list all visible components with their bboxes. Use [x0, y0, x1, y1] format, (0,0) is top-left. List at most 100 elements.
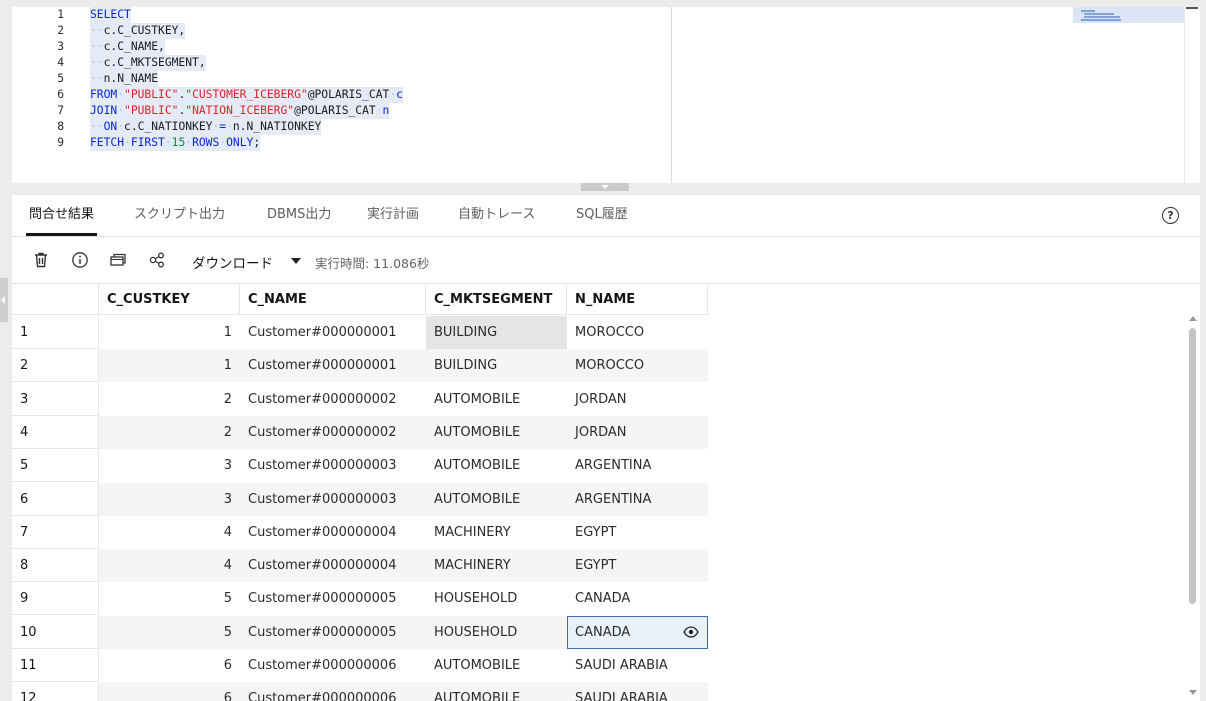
cell-c-custkey[interactable]: 4: [99, 516, 240, 549]
cell-c-custkey[interactable]: 3: [99, 449, 240, 482]
cell-c-custkey[interactable]: 1: [99, 316, 240, 349]
cell-c-name[interactable]: Customer#000000005: [240, 582, 426, 615]
cell-c-mktsegment[interactable]: AUTOMOBILE: [426, 649, 567, 682]
share-icon[interactable]: [148, 251, 166, 269]
editor-minimap[interactable]: [1073, 7, 1184, 23]
cell-n-name[interactable]: SAUDI ARABIA: [567, 682, 708, 701]
table-row[interactable]: 4 2 Customer#000000002 AUTOMOBILE JORDAN: [12, 415, 721, 449]
code-text[interactable]: ··c.C_NAME,: [90, 39, 165, 55]
table-row[interactable]: 5 3 Customer#000000003 AUTOMOBILE ARGENTINA: [12, 449, 721, 483]
cell-n-name[interactable]: EGYPT: [567, 549, 708, 583]
editor-scrollbar-track[interactable]: [1184, 7, 1185, 183]
cell-n-name[interactable]: SAUDI ARABIA: [567, 649, 708, 682]
cell-c-custkey[interactable]: 2: [99, 383, 240, 416]
cell-c-mktsegment[interactable]: MACHINERY: [426, 516, 567, 549]
code-text[interactable]: SELECT: [90, 7, 131, 23]
side-panel-handle[interactable]: [0, 278, 8, 322]
column-header-c-custkey[interactable]: C_CUSTKEY: [99, 284, 240, 315]
cell-n-name[interactable]: JORDAN: [567, 415, 708, 449]
cell-c-custkey[interactable]: 6: [99, 649, 240, 682]
editor-scrollbar-thumb[interactable]: [1186, 7, 1198, 9]
download-button[interactable]: ダウンロード: [192, 252, 273, 272]
table-row[interactable]: 7 4 Customer#000000004 MACHINERY EGYPT: [12, 515, 721, 549]
info-icon[interactable]: [71, 251, 89, 269]
column-header-c-name[interactable]: C_NAME: [240, 284, 426, 315]
table-row[interactable]: 3 2 Customer#000000002 AUTOMOBILE JORDAN: [12, 382, 721, 416]
cell-c-name[interactable]: Customer#000000001: [240, 349, 426, 383]
cell-c-custkey[interactable]: 4: [99, 549, 240, 583]
cell-c-name[interactable]: Customer#000000001: [240, 316, 426, 349]
code-text[interactable]: ··c.C_CUSTKEY,: [90, 23, 186, 39]
cell-c-custkey[interactable]: 3: [99, 482, 240, 516]
table-row[interactable]: 10 5 Customer#000000005 HOUSEHOLD CANADA: [12, 615, 721, 649]
trash-icon[interactable]: [32, 251, 50, 269]
column-header-n-name[interactable]: N_NAME: [567, 284, 708, 315]
scroll-down-arrow[interactable]: [1189, 690, 1197, 695]
pane-splitter[interactable]: [581, 183, 629, 191]
grid-scrollbar[interactable]: [1188, 314, 1197, 699]
cell-c-name[interactable]: Customer#000000004: [240, 549, 426, 583]
table-row[interactable]: 1 1 Customer#000000001 BUILDING MOROCCO: [12, 316, 721, 349]
table-row[interactable]: 6 3 Customer#000000003 AUTOMOBILE ARGENTINA: [12, 482, 721, 516]
cell-n-name[interactable]: ARGENTINA: [567, 482, 708, 516]
cell-c-mktsegment[interactable]: AUTOMOBILE: [426, 682, 567, 701]
cell-c-name[interactable]: Customer#000000002: [240, 383, 426, 416]
code-text[interactable]: JOIN·"PUBLIC"."NATION_ICEBERG"@POLARIS_C…: [90, 103, 390, 119]
cell-n-name[interactable]: MOROCCO: [567, 349, 708, 383]
cell-n-name[interactable]: CANADA: [567, 582, 708, 615]
table-row[interactable]: 9 5 Customer#000000005 HOUSEHOLD CANADA: [12, 582, 721, 616]
cell-c-mktsegment[interactable]: AUTOMOBILE: [426, 449, 567, 482]
code-text[interactable]: FETCH·FIRST·15·ROWS·ONLY;: [90, 135, 261, 151]
cell-n-name[interactable]: MOROCCO: [567, 316, 708, 349]
cell-c-custkey[interactable]: 1: [99, 349, 240, 383]
cell-c-mktsegment[interactable]: BUILDING: [426, 349, 567, 383]
cell-c-name[interactable]: Customer#000000002: [240, 415, 426, 449]
tab-query-result[interactable]: 問合せ結果: [25, 195, 98, 236]
table-row[interactable]: 11 6 Customer#000000006 AUTOMOBILE SAUDI ARA…: [12, 649, 721, 682]
cell-n-name[interactable]: ARGENTINA: [567, 449, 708, 482]
cell-c-mktsegment[interactable]: AUTOMOBILE: [426, 482, 567, 516]
sql-editor[interactable]: 1 SELECT 2 ··c.C_CUSTKEY, 3 ··c.C_NAME, 4 ··c.C…: [12, 7, 1200, 183]
cell-c-mktsegment[interactable]: HOUSEHOLD: [426, 615, 567, 649]
row-number-text: 1: [20, 325, 29, 340]
table-row[interactable]: 2 1 Customer#000000001 BUILDING MOROCCO: [12, 349, 721, 383]
cell-c-mktsegment[interactable]: BUILDING: [426, 316, 567, 349]
table-row[interactable]: 8 4 Customer#000000004 MACHINERY EGYPT: [12, 549, 721, 583]
cell-c-name[interactable]: Customer#000000003: [240, 449, 426, 482]
help-icon[interactable]: ?: [1162, 207, 1179, 224]
cell-c-mktsegment[interactable]: AUTOMOBILE: [426, 383, 567, 416]
cell-c-custkey[interactable]: 5: [99, 582, 240, 615]
cell-c-name[interactable]: Customer#000000003: [240, 482, 426, 516]
cell-n-name[interactable]: JORDAN: [567, 383, 708, 416]
cell-c-mktsegment[interactable]: MACHINERY: [426, 549, 567, 583]
code-text[interactable]: FROM·"PUBLIC"."CUSTOMER_ICEBERG"@POLARIS…: [90, 87, 403, 103]
scroll-up-arrow[interactable]: [1189, 316, 1197, 321]
code-text[interactable]: ··n.N_NAME: [90, 71, 159, 87]
tab-sql-history[interactable]: SQL履歴: [576, 195, 628, 236]
tab-explain-plan[interactable]: 実行計画: [367, 195, 419, 236]
cell-c-mktsegment-text: BUILDING: [434, 325, 498, 340]
eye-icon[interactable]: [683, 626, 699, 638]
cell-c-name[interactable]: Customer#000000006: [240, 649, 426, 682]
cell-c-custkey[interactable]: 6: [99, 682, 240, 701]
cell-c-custkey[interactable]: 2: [99, 415, 240, 449]
code-text[interactable]: ··ON·c.C_NATIONKEY·=·n.N_NATIONKEY: [90, 119, 322, 135]
tab-autotrace[interactable]: 自動トレース: [458, 195, 535, 236]
cell-c-mktsegment[interactable]: AUTOMOBILE: [426, 415, 567, 449]
cell-c-name[interactable]: Customer#000000004: [240, 516, 426, 549]
grid-scrollbar-thumb[interactable]: [1189, 328, 1196, 604]
copy-window-icon[interactable]: [109, 251, 127, 269]
tab-dbms-output[interactable]: DBMS出力: [267, 195, 331, 236]
cell-n-name[interactable]: CANADA: [567, 615, 708, 649]
table-row[interactable]: 12 6 Customer#000000006 AUTOMOBILE SAUDI ARA…: [12, 682, 721, 701]
column-header-c-mktsegment[interactable]: C_MKTSEGMENT: [426, 284, 567, 315]
cell-c-name[interactable]: Customer#000000005: [240, 615, 426, 649]
code-token: ·: [117, 88, 125, 101]
cell-c-custkey[interactable]: 5: [99, 615, 240, 649]
cell-n-name[interactable]: EGYPT: [567, 516, 708, 549]
chevron-down-icon[interactable]: [291, 258, 301, 264]
cell-c-mktsegment[interactable]: HOUSEHOLD: [426, 582, 567, 615]
tab-script-output[interactable]: スクリプト出力: [134, 195, 225, 236]
code-text[interactable]: ··c.C_MKTSEGMENT,: [90, 55, 206, 71]
cell-c-name[interactable]: Customer#000000006: [240, 682, 426, 701]
